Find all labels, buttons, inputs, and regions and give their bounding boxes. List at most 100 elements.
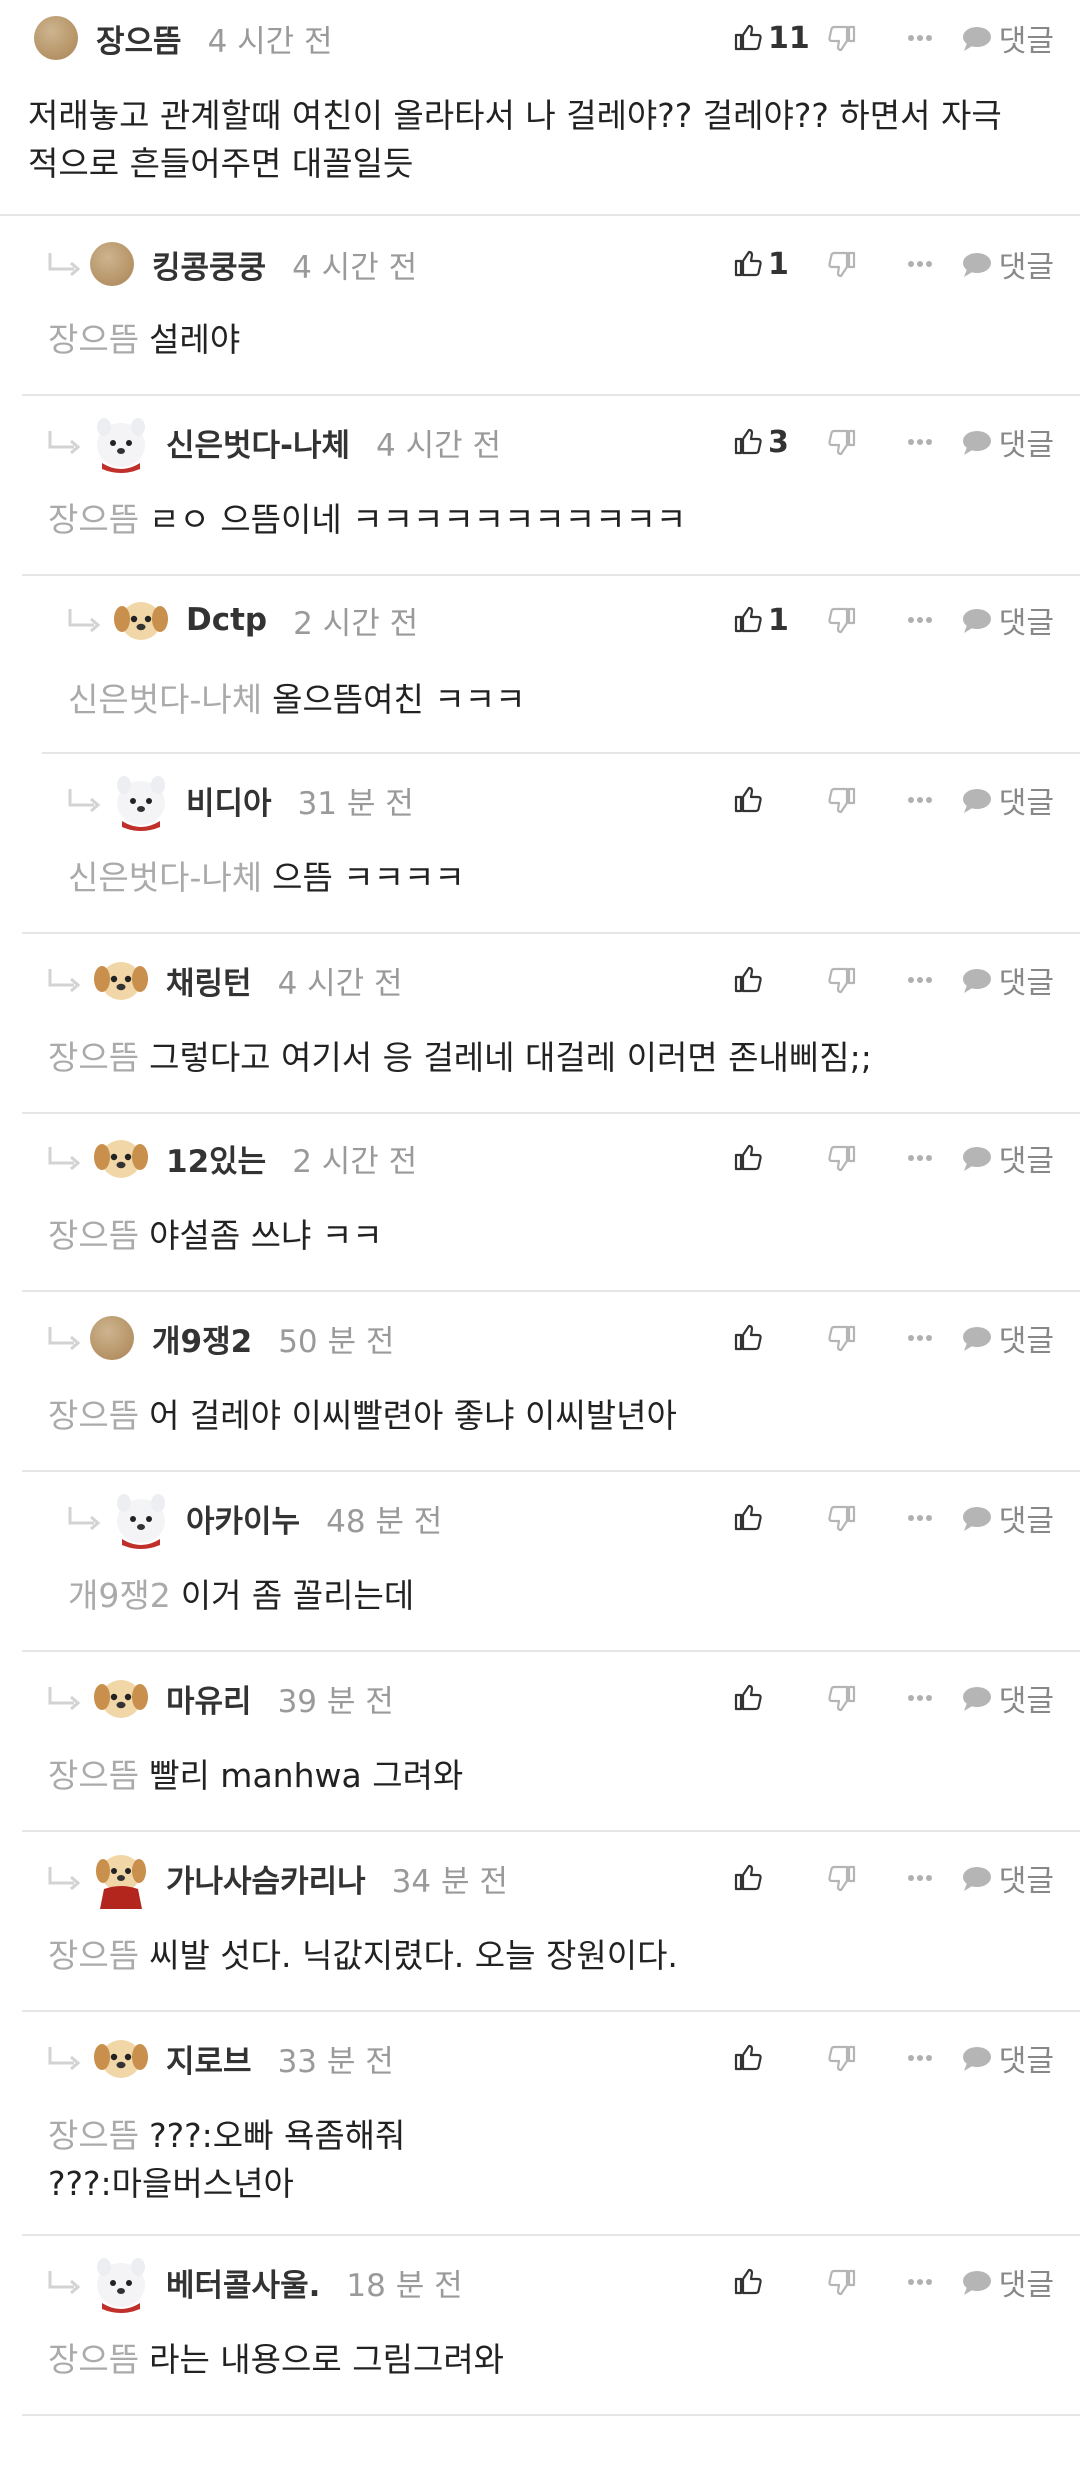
- dislike-button[interactable]: [828, 1683, 884, 1713]
- dislike-button[interactable]: [828, 1323, 884, 1353]
- like-button[interactable]: [732, 1143, 828, 1173]
- avatar[interactable]: [90, 2251, 152, 2313]
- mention-tag[interactable]: 장으뜸: [48, 1038, 139, 1077]
- more-button[interactable]: [884, 972, 956, 988]
- reply-button[interactable]: 댓글: [956, 242, 1054, 286]
- like-button[interactable]: 1: [732, 247, 828, 282]
- comment-actions: 3 댓글: [732, 412, 1054, 472]
- avatar[interactable]: [90, 411, 152, 473]
- more-button[interactable]: [884, 612, 956, 628]
- reply-button[interactable]: 댓글: [956, 958, 1054, 1002]
- like-button[interactable]: 1: [732, 603, 828, 638]
- avatar[interactable]: [110, 769, 172, 831]
- dislike-button[interactable]: [828, 1503, 884, 1533]
- more-button[interactable]: [884, 2274, 956, 2290]
- dislike-button[interactable]: [828, 1863, 884, 1893]
- avatar[interactable]: [110, 589, 172, 651]
- dislike-button[interactable]: [828, 2267, 884, 2297]
- mention-tag[interactable]: 장으뜸: [48, 1936, 139, 1975]
- thumbs-up-icon: [734, 428, 762, 455]
- reply-button[interactable]: 댓글: [956, 1496, 1054, 1540]
- avatar[interactable]: [34, 16, 78, 60]
- more-button[interactable]: [884, 1870, 956, 1886]
- reply-button[interactable]: 댓글: [956, 778, 1054, 822]
- like-button[interactable]: [732, 965, 828, 995]
- more-button[interactable]: [884, 1150, 956, 1166]
- comment-author[interactable]: 비디아: [186, 778, 272, 823]
- mention-tag[interactable]: 장으뜸: [48, 500, 139, 539]
- like-button[interactable]: [732, 1863, 828, 1893]
- reply-button[interactable]: 댓글: [956, 598, 1054, 642]
- reply-button[interactable]: 댓글: [956, 1856, 1054, 1900]
- reply-button[interactable]: 댓글: [956, 16, 1054, 60]
- like-button[interactable]: 11: [732, 21, 828, 56]
- dislike-button[interactable]: [828, 23, 884, 53]
- comment-header: 채링턴 4 시간 전: [44, 950, 403, 1010]
- like-button[interactable]: [732, 2043, 828, 2073]
- avatar[interactable]: [110, 1487, 172, 1549]
- dislike-button[interactable]: [828, 427, 884, 457]
- mention-tag[interactable]: 장으뜸: [48, 1216, 139, 1255]
- comment-author[interactable]: 장으뜸: [96, 16, 182, 61]
- dislike-button[interactable]: [828, 605, 884, 635]
- comment-author[interactable]: Dctp: [186, 602, 267, 638]
- dislike-button[interactable]: [828, 1143, 884, 1173]
- more-button[interactable]: [884, 1510, 956, 1526]
- comment-author[interactable]: 채링턴: [166, 958, 252, 1003]
- reply-button[interactable]: 댓글: [956, 1316, 1054, 1360]
- mention-tag[interactable]: 개9쟁2: [68, 1576, 171, 1615]
- reply-button[interactable]: 댓글: [956, 1676, 1054, 1720]
- comment-author[interactable]: 마유리: [166, 1676, 252, 1721]
- dislike-button[interactable]: [828, 785, 884, 815]
- dislike-button[interactable]: [828, 249, 884, 279]
- comment-author[interactable]: 킹콩쿵쿵: [152, 242, 266, 287]
- dislike-button[interactable]: [828, 965, 884, 995]
- avatar[interactable]: [90, 1127, 152, 1189]
- mention-tag[interactable]: 신은벗다-나체: [68, 858, 262, 897]
- comment-author[interactable]: 지로브: [166, 2036, 252, 2081]
- mention-tag[interactable]: 장으뜸: [48, 320, 139, 359]
- mention-tag[interactable]: 장으뜸: [48, 2116, 139, 2155]
- more-button[interactable]: [884, 434, 956, 450]
- mention-tag[interactable]: 장으뜸: [48, 1756, 139, 1795]
- dislike-button[interactable]: [828, 2043, 884, 2073]
- comment-divider: [22, 2414, 1080, 2416]
- comment-timestamp: 50 분 전: [278, 1323, 395, 1360]
- more-button[interactable]: [884, 792, 956, 808]
- mention-tag[interactable]: 장으뜸: [48, 2340, 139, 2379]
- more-button[interactable]: [884, 256, 956, 272]
- more-button[interactable]: [884, 1330, 956, 1346]
- mention-tag[interactable]: 신은벗다-나체: [68, 680, 262, 719]
- reply-arrow-icon: [68, 789, 101, 813]
- thumbs-down-icon: [828, 1145, 856, 1172]
- more-button[interactable]: [884, 1690, 956, 1706]
- comment-author[interactable]: 가나사슴카리나: [166, 1856, 366, 1901]
- avatar[interactable]: [90, 1316, 134, 1360]
- reply-arrow-icon: [48, 2047, 81, 2071]
- reply-button[interactable]: 댓글: [956, 2036, 1054, 2080]
- comment-author[interactable]: 12있는: [166, 1136, 266, 1181]
- reply-button[interactable]: 댓글: [956, 2260, 1054, 2304]
- comment-text: 어 걸레야 이씨빨련아 좋냐 이씨발년아: [149, 1396, 677, 1435]
- like-button[interactable]: [732, 785, 828, 815]
- avatar[interactable]: [90, 1847, 152, 1909]
- like-button[interactable]: [732, 1683, 828, 1713]
- more-button[interactable]: [884, 30, 956, 46]
- like-button[interactable]: [732, 1503, 828, 1533]
- avatar[interactable]: [90, 1667, 152, 1729]
- avatar[interactable]: [90, 242, 134, 286]
- comment-author[interactable]: 신은벗다-나체: [166, 420, 350, 465]
- like-button[interactable]: 3: [732, 425, 828, 460]
- avatar[interactable]: [90, 2027, 152, 2089]
- comment-author[interactable]: 아카이누: [186, 1496, 300, 1541]
- comment-author[interactable]: 베터콜사울.: [166, 2260, 320, 2305]
- more-button[interactable]: [884, 2050, 956, 2066]
- reply-button[interactable]: 댓글: [956, 420, 1054, 464]
- mention-tag[interactable]: 장으뜸: [48, 1396, 139, 1435]
- like-button[interactable]: [732, 2267, 828, 2297]
- reply-button[interactable]: 댓글: [956, 1136, 1054, 1180]
- like-button[interactable]: [732, 1323, 828, 1353]
- comment-timestamp: 18 분 전: [346, 2267, 463, 2304]
- comment-author[interactable]: 개9쟁2: [152, 1316, 252, 1361]
- avatar[interactable]: [90, 949, 152, 1011]
